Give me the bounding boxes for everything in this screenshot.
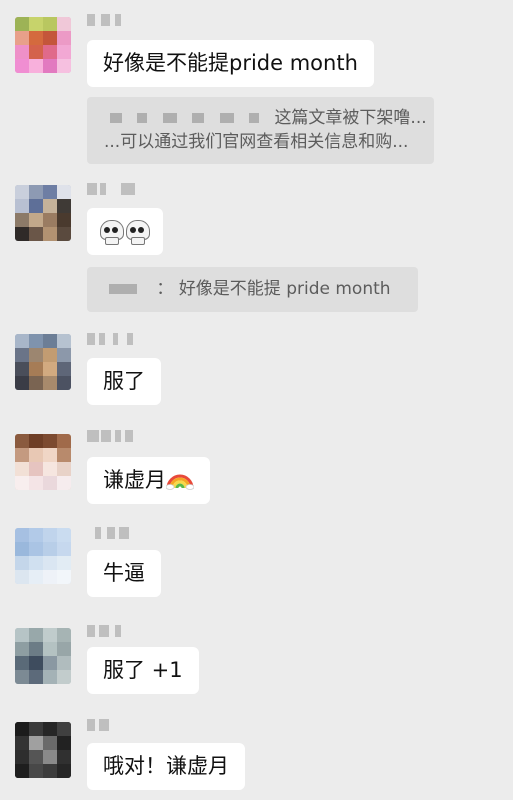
message-bubble[interactable]: 服了 — [87, 358, 161, 405]
message-bubble[interactable]: 服了 +1 — [87, 647, 199, 694]
quoted-message[interactable]: ： 好像是不能提 pride month — [87, 267, 418, 312]
avatar[interactable] — [15, 722, 71, 778]
avatar[interactable] — [15, 628, 71, 684]
message-text: 服了 — [103, 369, 145, 393]
redacted-name — [192, 113, 205, 123]
quote-line-2: ...可以通过我们官网查看相关信息和购... — [104, 132, 409, 152]
quote-text: 好像是不能提 pride month — [178, 279, 391, 299]
message-text: 哦对！谦虚月 — [103, 754, 229, 778]
redacted-name — [249, 113, 260, 123]
message-bubble[interactable]: 哦对！谦虚月 — [87, 743, 245, 790]
quote-separator: ： — [156, 279, 174, 299]
redacted-name — [162, 113, 177, 123]
avatar[interactable] — [15, 17, 71, 73]
skull-emoji — [125, 220, 150, 245]
message-bubble[interactable] — [87, 208, 163, 255]
message-text: 好像是不能提pride month — [103, 51, 358, 75]
message-text: 谦虚月 — [103, 468, 166, 492]
quoted-message[interactable]: 这篇文章被下架噜... ...可以通过我们官网查看相关信息和购... — [87, 97, 434, 164]
rainbow-emoji — [166, 474, 194, 490]
redacted-name — [219, 113, 234, 123]
message-text: 牛逼 — [103, 561, 145, 585]
skull-emoji — [99, 220, 124, 245]
message-bubble[interactable]: 好像是不能提pride month — [87, 40, 374, 87]
avatar[interactable] — [15, 528, 71, 584]
quote-line-1: 这篇文章被下架噜... — [274, 108, 427, 128]
avatar[interactable] — [15, 434, 71, 490]
redacted-name — [137, 113, 148, 123]
avatar[interactable] — [15, 334, 71, 390]
redacted-name — [109, 284, 137, 294]
avatar[interactable] — [15, 185, 71, 241]
message-bubble[interactable]: 牛逼 — [87, 550, 161, 597]
message-bubble[interactable]: 谦虚月 — [87, 457, 210, 504]
message-text: 服了 +1 — [103, 658, 183, 682]
redacted-name — [110, 113, 122, 123]
